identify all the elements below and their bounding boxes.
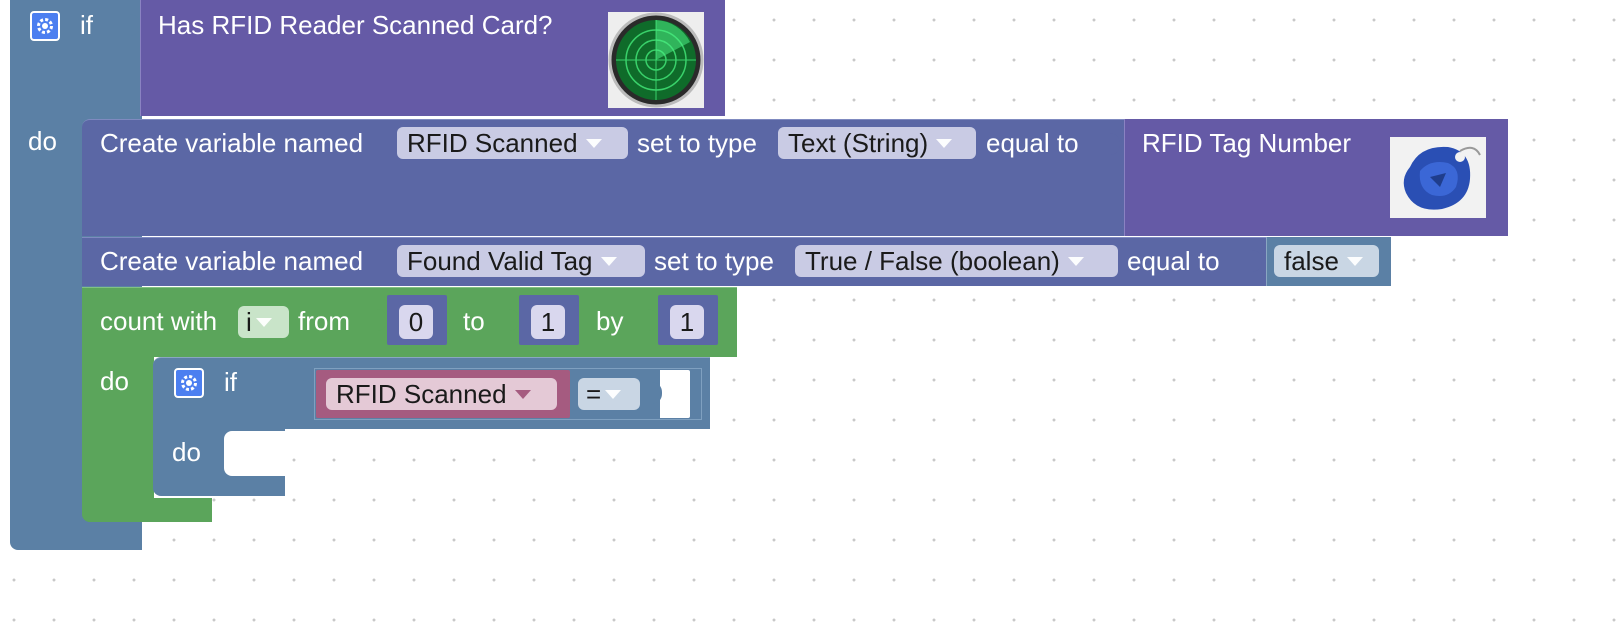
equal-to-label: equal to bbox=[1127, 246, 1220, 276]
chevron-down-icon bbox=[255, 317, 272, 327]
empty-input-slot[interactable] bbox=[660, 370, 690, 418]
if-block-outer-bottom bbox=[10, 525, 140, 550]
radar-icon bbox=[608, 12, 704, 108]
set-to-type-label: set to type bbox=[637, 128, 757, 158]
boolean-dropdown[interactable]: false bbox=[1274, 245, 1379, 277]
create-variable-prefix: Create variable named bbox=[100, 128, 364, 158]
chevron-down-icon bbox=[514, 389, 531, 399]
by-label: by bbox=[596, 306, 624, 336]
loop-variable-value: i bbox=[246, 307, 252, 337]
variable-name-dropdown[interactable]: Found Valid Tag bbox=[397, 245, 645, 277]
chevron-down-icon bbox=[936, 138, 953, 148]
mutator-gear-icon[interactable] bbox=[174, 368, 204, 398]
variable-type-dropdown[interactable]: True / False (boolean) bbox=[795, 245, 1118, 277]
if-label: if bbox=[224, 367, 237, 397]
rfid-keyfob-icon bbox=[1390, 137, 1486, 218]
by-value[interactable]: 1 bbox=[670, 305, 704, 339]
do-label: do bbox=[28, 126, 57, 156]
set-to-type-label: set to type bbox=[654, 246, 774, 276]
condition-label: Has RFID Reader Scanned Card? bbox=[158, 10, 553, 40]
create-variable-prefix: Create variable named bbox=[100, 246, 364, 276]
operator-value: = bbox=[586, 379, 602, 409]
variable-name-value: Found Valid Tag bbox=[407, 246, 593, 276]
mutator-gear-icon[interactable] bbox=[30, 11, 60, 41]
count-with-label: count with bbox=[100, 306, 218, 336]
chevron-down-icon bbox=[585, 138, 602, 148]
equal-to-label: equal to bbox=[986, 128, 1079, 158]
compare-variable-dropdown[interactable]: RFID Scanned bbox=[326, 378, 557, 410]
if-label: if bbox=[80, 10, 93, 40]
chevron-down-icon bbox=[1067, 256, 1084, 266]
chevron-down-icon bbox=[600, 256, 617, 266]
variable-name-value: RFID Scanned bbox=[407, 128, 578, 158]
variable-type-value: True / False (boolean) bbox=[805, 246, 1060, 276]
to-value[interactable]: 1 bbox=[531, 305, 565, 339]
boolean-value: false bbox=[1284, 246, 1339, 276]
variable-name-dropdown[interactable]: RFID Scanned bbox=[397, 127, 628, 159]
compare-variable-value: RFID Scanned bbox=[336, 379, 507, 409]
chevron-down-icon bbox=[1346, 256, 1363, 266]
chevron-down-icon bbox=[605, 389, 622, 399]
from-label: from bbox=[298, 306, 350, 336]
variable-type-dropdown[interactable]: Text (String) bbox=[778, 127, 976, 159]
if-inner-do-slot bbox=[224, 431, 285, 476]
rfid-tag-number-label: RFID Tag Number bbox=[1142, 128, 1352, 158]
do-label: do bbox=[172, 437, 201, 467]
loop-variable-dropdown[interactable]: i bbox=[238, 306, 289, 338]
count-loop-bottom bbox=[82, 498, 212, 522]
to-label: to bbox=[463, 306, 485, 336]
operator-dropdown[interactable]: = bbox=[578, 378, 640, 410]
count-do-label: do bbox=[100, 366, 129, 396]
from-value[interactable]: 0 bbox=[399, 305, 433, 339]
variable-type-value: Text (String) bbox=[788, 128, 929, 158]
